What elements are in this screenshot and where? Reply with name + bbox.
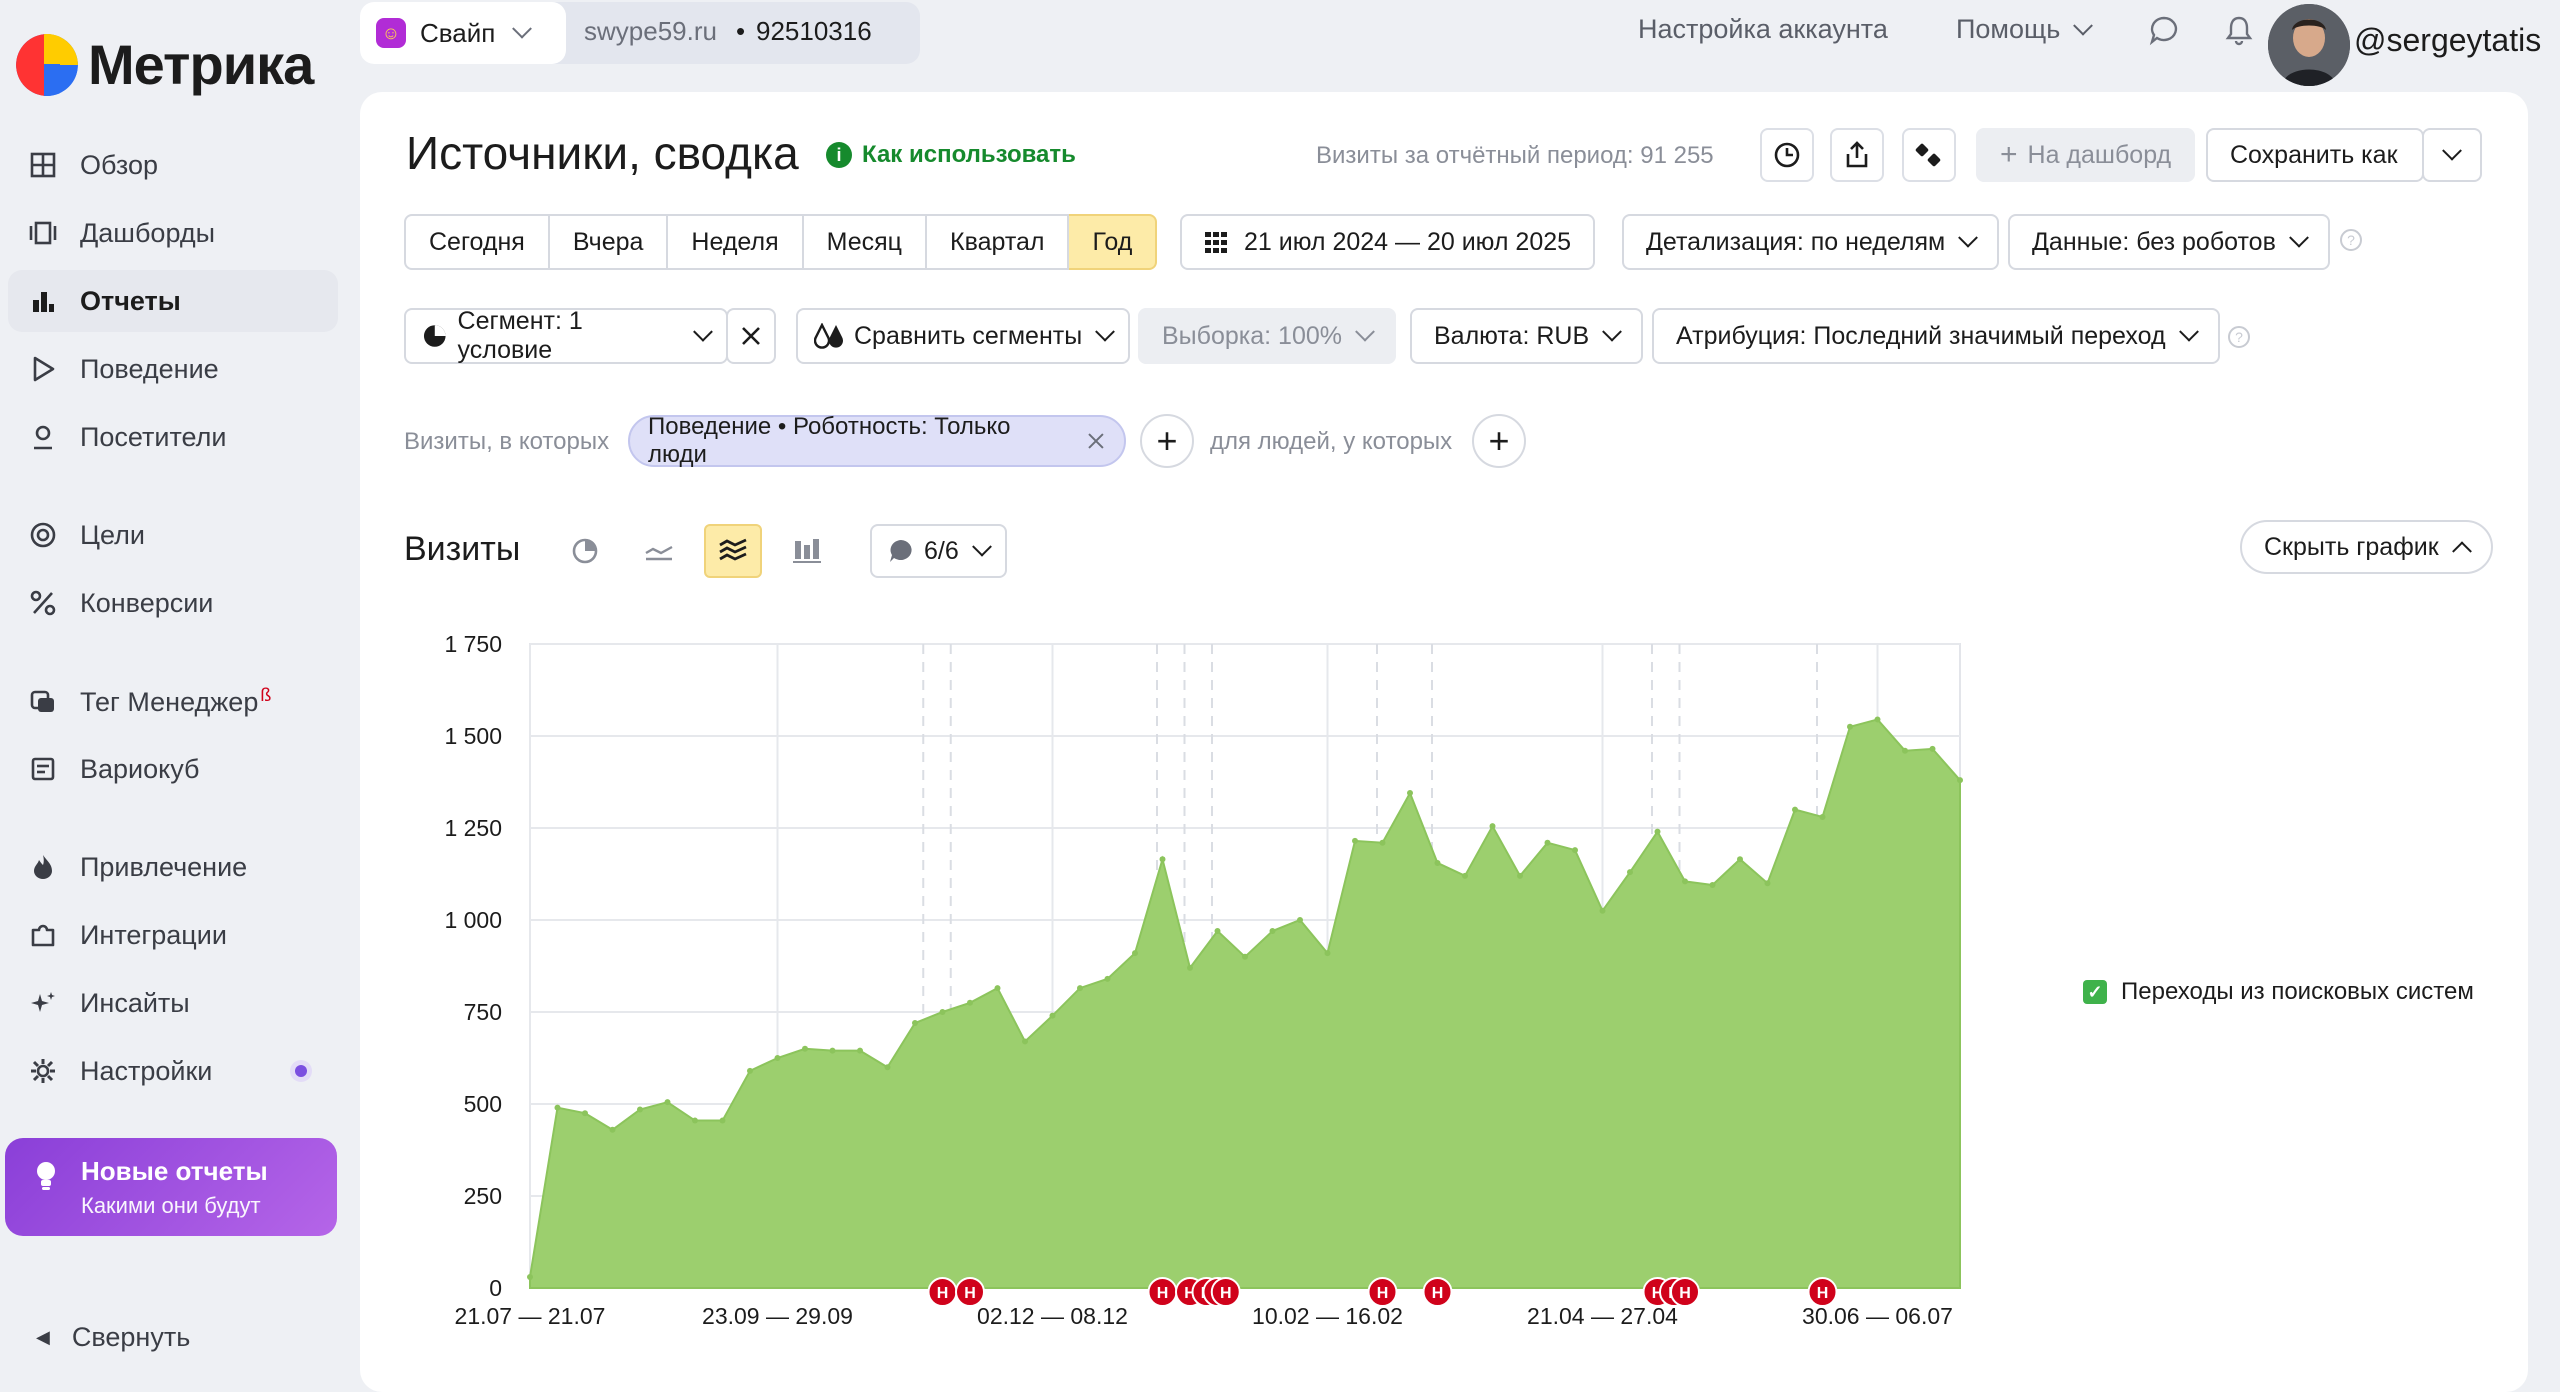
data-point[interactable]: [1049, 1012, 1056, 1019]
data-point[interactable]: [1682, 878, 1688, 885]
y-tick-label: 750: [464, 999, 502, 1025]
data-point[interactable]: [1737, 856, 1743, 863]
data-point[interactable]: [664, 1099, 671, 1106]
data-point[interactable]: [1352, 837, 1358, 844]
data-point[interactable]: [719, 1117, 726, 1124]
data-point[interactable]: [1297, 917, 1303, 923]
visits-area-chart: 0 250 500 750 1 000 1 250 1 500 1 750 21.07 — 21…: [444, 631, 1963, 1329]
data-point[interactable]: [774, 1055, 781, 1061]
data-point[interactable]: [1819, 813, 1826, 820]
data-point[interactable]: [1187, 964, 1193, 971]
data-point[interactable]: [1242, 953, 1248, 960]
x-tick-label: 23.09 — 29.09: [702, 1303, 853, 1329]
data-point[interactable]: [912, 1020, 918, 1027]
data-point[interactable]: [1654, 828, 1661, 835]
data-point[interactable]: [1929, 745, 1936, 752]
annotation-marker-label: Н: [1817, 1285, 1829, 1302]
x-tick-label: 10.02 — 16.02: [1252, 1303, 1403, 1329]
annotation-marker[interactable]: Н: [1210, 1277, 1241, 1307]
annotation-marker-label: Н: [1432, 1285, 1444, 1302]
data-point[interactable]: [1764, 880, 1771, 887]
annotation-marker[interactable]: Н: [1807, 1277, 1838, 1307]
data-point[interactable]: [1132, 950, 1138, 957]
data-point[interactable]: [1792, 806, 1798, 813]
annotation-marker[interactable]: Н: [1367, 1277, 1398, 1307]
annotation-marker-label: Н: [1220, 1285, 1232, 1302]
y-tick-label: 1 750: [444, 631, 502, 657]
data-point[interactable]: [1159, 856, 1166, 863]
data-point[interactable]: [692, 1117, 698, 1124]
annotation-marker[interactable]: Н: [1422, 1277, 1453, 1307]
x-tick-label: 30.06 — 06.07: [1802, 1303, 1953, 1329]
data-point[interactable]: [1489, 823, 1496, 830]
data-point[interactable]: [1874, 716, 1881, 723]
data-point[interactable]: [1957, 777, 1963, 784]
data-point[interactable]: [1269, 928, 1276, 935]
data-point[interactable]: [939, 1009, 946, 1015]
annotation-marker-label: Н: [1157, 1285, 1169, 1302]
data-point[interactable]: [802, 1045, 808, 1052]
data-point[interactable]: [1599, 907, 1606, 914]
data-point[interactable]: [1709, 882, 1716, 889]
data-point[interactable]: [609, 1126, 616, 1133]
data-point[interactable]: [829, 1047, 836, 1054]
x-tick-label: 02.12 — 08.12: [977, 1303, 1128, 1329]
data-point[interactable]: [1214, 928, 1221, 935]
y-tick-label: 1 500: [444, 723, 502, 749]
annotation-marker-label: Н: [937, 1285, 949, 1302]
data-point[interactable]: [994, 985, 1001, 992]
data-point[interactable]: [967, 999, 973, 1006]
data-point[interactable]: [884, 1064, 891, 1071]
annotation-marker[interactable]: Н: [955, 1277, 985, 1307]
data-point[interactable]: [1902, 747, 1908, 754]
data-point[interactable]: [1077, 985, 1083, 992]
data-point[interactable]: [857, 1047, 863, 1054]
y-tick-label: 1 250: [444, 815, 502, 841]
data-point[interactable]: [747, 1067, 753, 1074]
data-point[interactable]: [554, 1104, 561, 1111]
x-tick-label: 21.07 — 21.07: [455, 1303, 606, 1329]
data-point[interactable]: [1324, 950, 1331, 957]
annotation-marker-label: Н: [1377, 1285, 1389, 1302]
data-point[interactable]: [1379, 839, 1386, 846]
y-tick-label: 1 000: [444, 907, 502, 933]
annotation-marker[interactable]: Н: [1670, 1277, 1700, 1307]
data-point[interactable]: [1847, 723, 1853, 730]
data-point[interactable]: [1407, 790, 1413, 797]
data-point[interactable]: [527, 1273, 533, 1280]
y-tick-label: 500: [464, 1091, 502, 1117]
y-tick-label: 250: [464, 1183, 502, 1209]
data-point[interactable]: [637, 1106, 643, 1113]
x-tick-label: 21.04 — 27.04: [1527, 1303, 1678, 1329]
data-point[interactable]: [1517, 872, 1523, 879]
data-point[interactable]: [582, 1110, 588, 1117]
data-point[interactable]: [1544, 839, 1551, 846]
y-tick-label: 0: [489, 1275, 502, 1301]
data-point[interactable]: [1022, 1038, 1028, 1045]
annotation-marker[interactable]: Н: [927, 1277, 958, 1307]
annotation-marker-label: Н: [964, 1285, 976, 1302]
data-point[interactable]: [1627, 869, 1633, 876]
annotation-marker[interactable]: Н: [1147, 1277, 1178, 1307]
data-point[interactable]: [1572, 847, 1578, 854]
series-area-search[interactable]: [529, 718, 1961, 1289]
data-point[interactable]: [1434, 859, 1441, 866]
data-point[interactable]: [1462, 872, 1468, 879]
data-point[interactable]: [1104, 975, 1111, 982]
annotation-marker-label: Н: [1679, 1285, 1691, 1302]
